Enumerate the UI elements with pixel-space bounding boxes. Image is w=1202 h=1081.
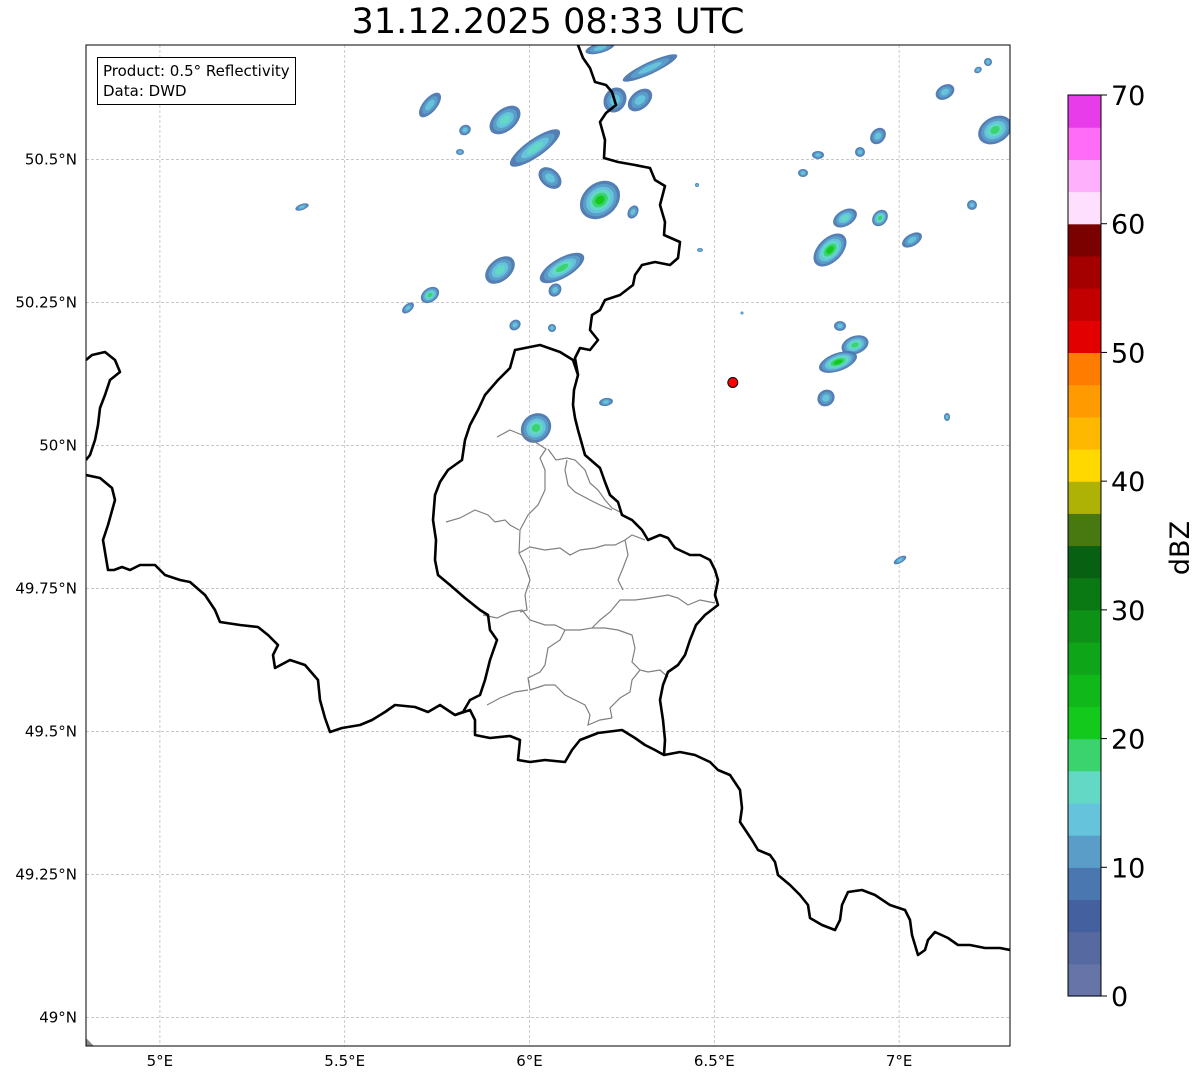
lon-tick-label: 5.5°E [324, 1052, 365, 1070]
lat-tick-label: 49.75°N [15, 579, 77, 597]
echo-cell [740, 311, 744, 315]
echo-cell [834, 321, 846, 331]
echo-cell [812, 151, 824, 159]
lon-axis: 5°E 5.5°E 6°E 6.5°E 7°E [147, 1052, 913, 1070]
radar-map: 5°E 5.5°E 6°E 6.5°E 7°E 50.5°N 50.25°N 50°N 49.… [15, 44, 1011, 1070]
echo-cell [984, 58, 992, 66]
echo-cell [695, 183, 699, 187]
echo-cell [967, 200, 977, 210]
lat-tick-label: 50°N [39, 436, 77, 454]
echo-cell [944, 413, 950, 421]
lon-tick-label: 6.5°E [694, 1052, 735, 1070]
lat-tick-label: 49°N [39, 1008, 77, 1026]
echo-cell [456, 149, 464, 155]
lat-tick-label: 49.5°N [25, 722, 77, 740]
echo-cell [697, 248, 703, 252]
lon-tick-label: 7°E [886, 1052, 913, 1070]
lat-axis: 50.5°N 50.25°N 50°N 49.75°N 49.5°N 49.25°N 49°… [15, 150, 77, 1026]
data-source-label: Data: DWD [103, 82, 187, 100]
lat-tick-label: 50.5°N [25, 150, 77, 168]
info-box: Product: 0.5° Reflectivity Data: DWD [97, 57, 296, 105]
echo-cell [798, 169, 808, 177]
radar-site-marker [727, 376, 739, 388]
lat-tick-label: 50.25°N [15, 293, 77, 311]
lon-tick-label: 6°E [516, 1052, 543, 1070]
echo-cell [855, 147, 865, 157]
plot-area [86, 45, 1010, 1046]
echo-cell [548, 324, 556, 332]
lat-tick-label: 49.25°N [15, 865, 77, 883]
lon-tick-label: 5°E [147, 1052, 174, 1070]
product-label: Product: 0.5° Reflectivity [103, 62, 290, 80]
